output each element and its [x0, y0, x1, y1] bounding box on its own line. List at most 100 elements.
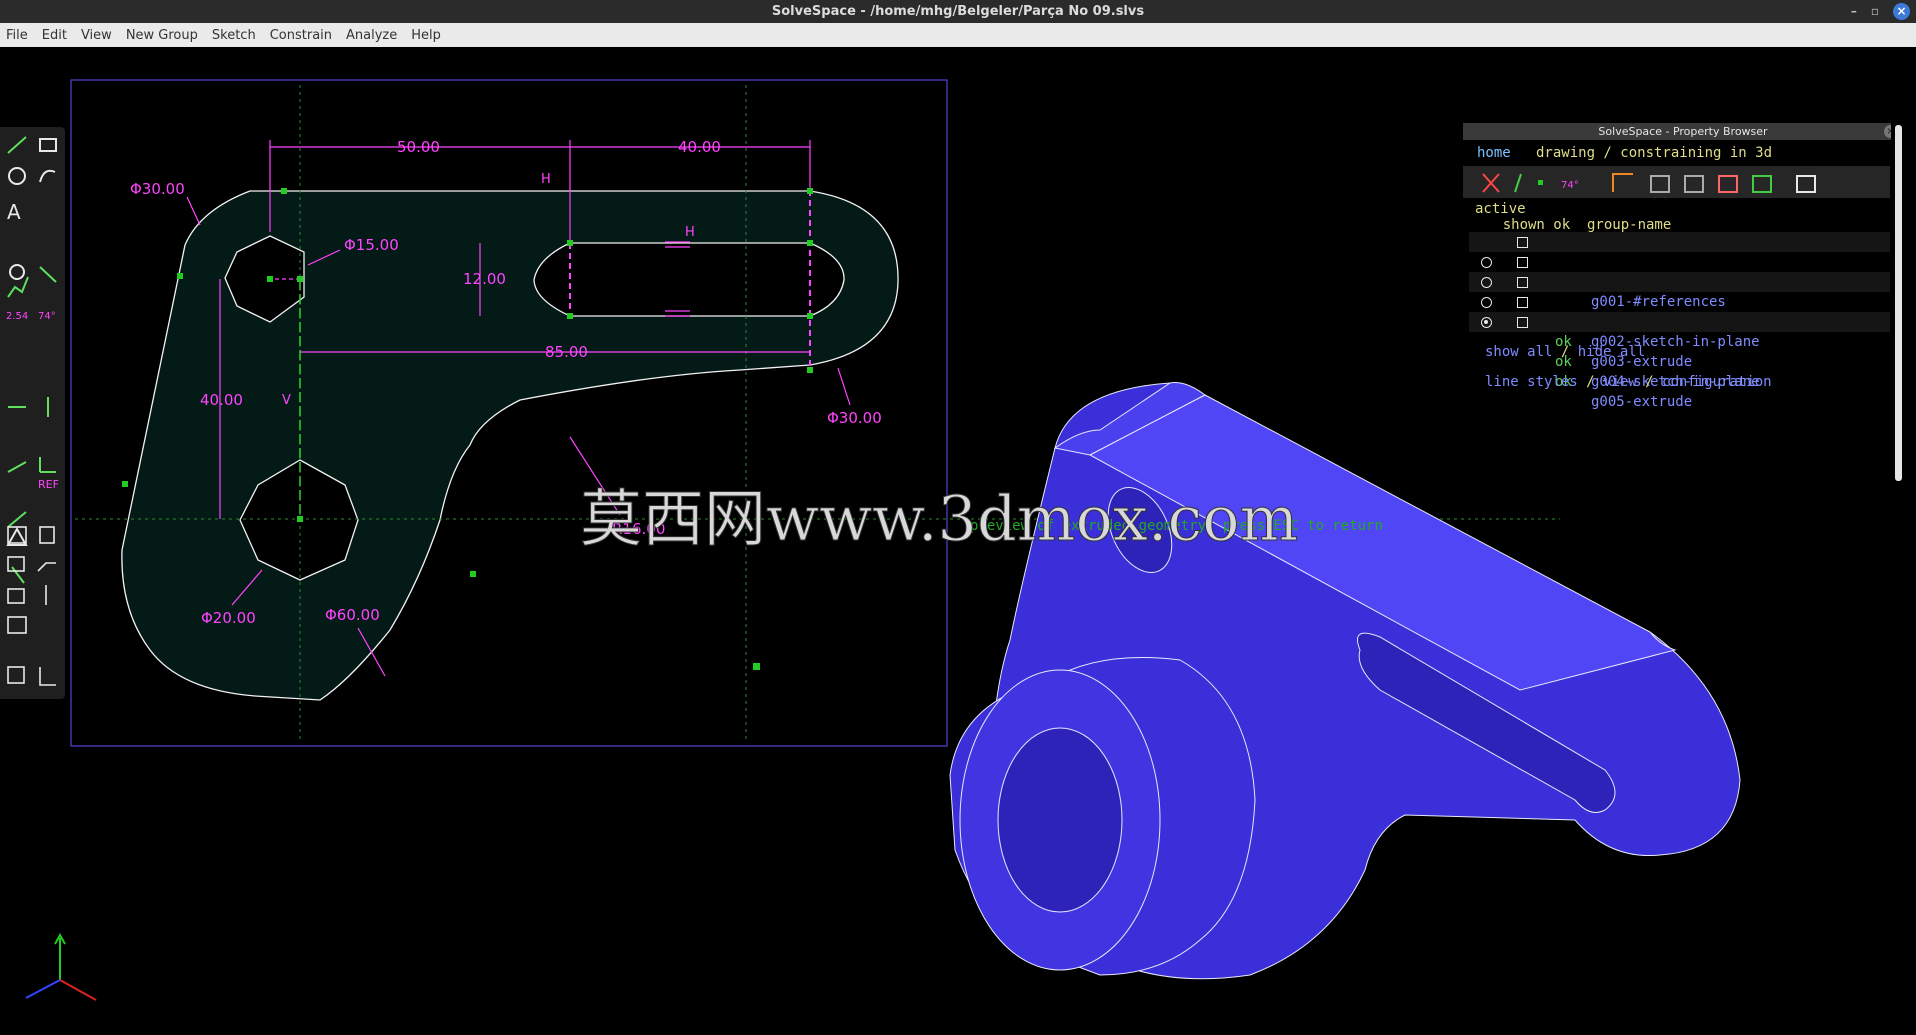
graphics-viewport[interactable]: 50.00 40.00 Φ30.00 Φ15.00 12.00 85.00 40…	[0, 47, 1916, 1035]
property-browser-title: SolveSpace - Property Browser	[1598, 125, 1768, 138]
active-radio[interactable]	[1481, 277, 1492, 288]
group-row-1[interactable]: ok g001-#references	[1469, 232, 1890, 310]
helix-icon[interactable]	[7, 588, 25, 604]
shown-checkbox[interactable]	[1517, 317, 1528, 328]
distance-dim-icon[interactable]: 2.54	[6, 311, 28, 322]
separator: /	[1636, 374, 1663, 390]
menu-help[interactable]: Help	[411, 28, 441, 43]
browser-scrollbar[interactable]	[1891, 123, 1903, 481]
reference-toggle-icon[interactable]: REF	[38, 478, 59, 491]
separator: /	[1577, 374, 1604, 390]
revolve-icon[interactable]	[7, 556, 25, 572]
angle-dim-icon[interactable]: 74°	[38, 311, 56, 322]
dim-40-left[interactable]: 40.00	[200, 391, 243, 409]
active-radio[interactable]	[1481, 297, 1492, 308]
line-tool-icon[interactable]	[7, 136, 27, 154]
constraint-h-top[interactable]: H	[541, 172, 551, 187]
shown-checkbox[interactable]	[1517, 277, 1528, 288]
menubar: File Edit View New Group Sketch Constrai…	[0, 23, 1916, 47]
circle-tool-icon[interactable]	[8, 167, 26, 185]
show-constraints-icon[interactable]: 74°	[1561, 180, 1579, 191]
dim-50[interactable]: 50.00	[397, 138, 440, 156]
nearest-iso-icon[interactable]	[7, 666, 25, 684]
linked-part-icon[interactable]	[7, 616, 27, 634]
dim-dia15[interactable]: Φ15.00	[344, 236, 399, 254]
constraint-v[interactable]: V	[282, 393, 291, 408]
show-mesh-icon[interactable]	[1752, 175, 1772, 193]
window-title: SolveSpace - /home/mhg/Belgeler/Parça No…	[771, 4, 1145, 19]
separator: /	[1552, 344, 1578, 360]
toolbar-icons: A 2.54 74° REF	[6, 136, 59, 686]
config-links: line styles / view / configuration	[1485, 372, 1906, 392]
show-workplanes-icon[interactable]	[1482, 173, 1500, 193]
axis-triad	[25, 932, 97, 1001]
tangent-arc-icon[interactable]	[39, 266, 57, 283]
constraint-h-slot[interactable]: H	[685, 225, 695, 240]
window-titlebar: SolveSpace - /home/mhg/Belgeler/Parça No…	[0, 0, 1916, 23]
menu-file[interactable]: File	[6, 28, 28, 43]
nearest-ortho-icon[interactable]	[39, 667, 56, 686]
group-name-link[interactable]: g005-extrude	[1591, 392, 1692, 412]
shown-checkbox[interactable]	[1517, 257, 1528, 268]
browser-icons-svg: 74°	[1482, 173, 1816, 193]
parallel-constraint-icon[interactable]	[7, 461, 27, 473]
active-radio[interactable]	[1481, 317, 1492, 328]
minimize-icon[interactable]: –	[1851, 2, 1857, 20]
browser-nav: home drawing / constraining in 3d	[1477, 145, 1772, 161]
step-translate-icon[interactable]	[37, 562, 56, 572]
text-tool-icon[interactable]: A	[7, 200, 21, 224]
show-faces-icon[interactable]	[1612, 173, 1633, 192]
spline-tool-icon[interactable]	[7, 276, 29, 298]
construction-toggle-icon[interactable]	[11, 566, 25, 584]
menu-analyze[interactable]: Analyze	[346, 28, 397, 43]
midpoint-constraint-icon[interactable]	[7, 511, 27, 528]
show-hidden-lines-icon[interactable]	[1796, 175, 1816, 193]
shown-checkbox[interactable]	[1517, 297, 1528, 308]
show-all-link[interactable]: show all	[1485, 344, 1552, 360]
point-tool-icon[interactable]	[9, 264, 25, 280]
menu-constrain[interactable]: Constrain	[270, 28, 332, 43]
nav-title: drawing / constraining in 3d	[1510, 145, 1773, 161]
extrude-icon[interactable]	[39, 526, 55, 544]
menu-new-group[interactable]: New Group	[126, 28, 198, 43]
show-points-icon[interactable]	[1538, 180, 1543, 185]
configuration-link[interactable]: configuration	[1662, 374, 1772, 390]
dim-dia60[interactable]: Φ60.00	[325, 606, 380, 624]
sketch-toolbar: A 2.54 74° REF	[0, 127, 65, 699]
dim-dia30-right[interactable]: Φ30.00	[827, 409, 882, 427]
home-link[interactable]: home	[1477, 145, 1511, 161]
watermark-text: 莫西网www.3dmox.com	[580, 482, 1298, 555]
dim-12[interactable]: 12.00	[463, 270, 506, 288]
dim-dia30-left[interactable]: Φ30.00	[130, 180, 185, 198]
dim-dia20[interactable]: Φ20.00	[201, 609, 256, 627]
show-normals-icon[interactable]	[1514, 173, 1522, 193]
arc-tool-icon[interactable]	[39, 169, 56, 183]
show-edges-icon[interactable]	[1684, 175, 1704, 193]
show-shaded-icon[interactable]	[1650, 175, 1670, 193]
window-controls: – ▫ ×	[1851, 2, 1910, 20]
close-icon[interactable]: ×	[1893, 2, 1910, 20]
shown-checkbox[interactable]	[1517, 237, 1528, 248]
group-row-3[interactable]: ok g003-extrude	[1469, 272, 1890, 370]
sketch-slot[interactable]	[533, 242, 845, 317]
menu-view[interactable]: View	[81, 28, 112, 43]
menu-sketch[interactable]: Sketch	[212, 28, 256, 43]
group-row-5[interactable]: ok g005-extrude	[1469, 312, 1890, 410]
show-outlines-icon[interactable]	[1718, 175, 1738, 193]
property-browser-titlebar: SolveSpace - Property Browser ×	[1463, 123, 1903, 140]
dim-85[interactable]: 85.00	[545, 343, 588, 361]
menu-edit[interactable]: Edit	[42, 28, 67, 43]
group-row-2[interactable]: ok g002-sketch-in-plane	[1469, 252, 1890, 350]
scroll-thumb[interactable]	[1895, 125, 1902, 481]
dim-40-top[interactable]: 40.00	[678, 138, 721, 156]
view-link[interactable]: view	[1603, 374, 1637, 390]
hide-all-link[interactable]: hide all	[1578, 344, 1645, 360]
line-styles-link[interactable]: line styles	[1485, 374, 1578, 390]
browser-iconbar: 74°	[1463, 166, 1890, 198]
restore-icon[interactable]: ▫	[1871, 2, 1879, 20]
group-row-4[interactable]: ok g004-sketch-in-plane	[1469, 292, 1890, 390]
active-radio[interactable]	[1481, 257, 1492, 268]
perpendicular-constraint-icon[interactable]	[39, 457, 56, 473]
property-browser: SolveSpace - Property Browser × home dra…	[1463, 123, 1906, 481]
rectangle-tool-icon[interactable]	[39, 138, 57, 152]
